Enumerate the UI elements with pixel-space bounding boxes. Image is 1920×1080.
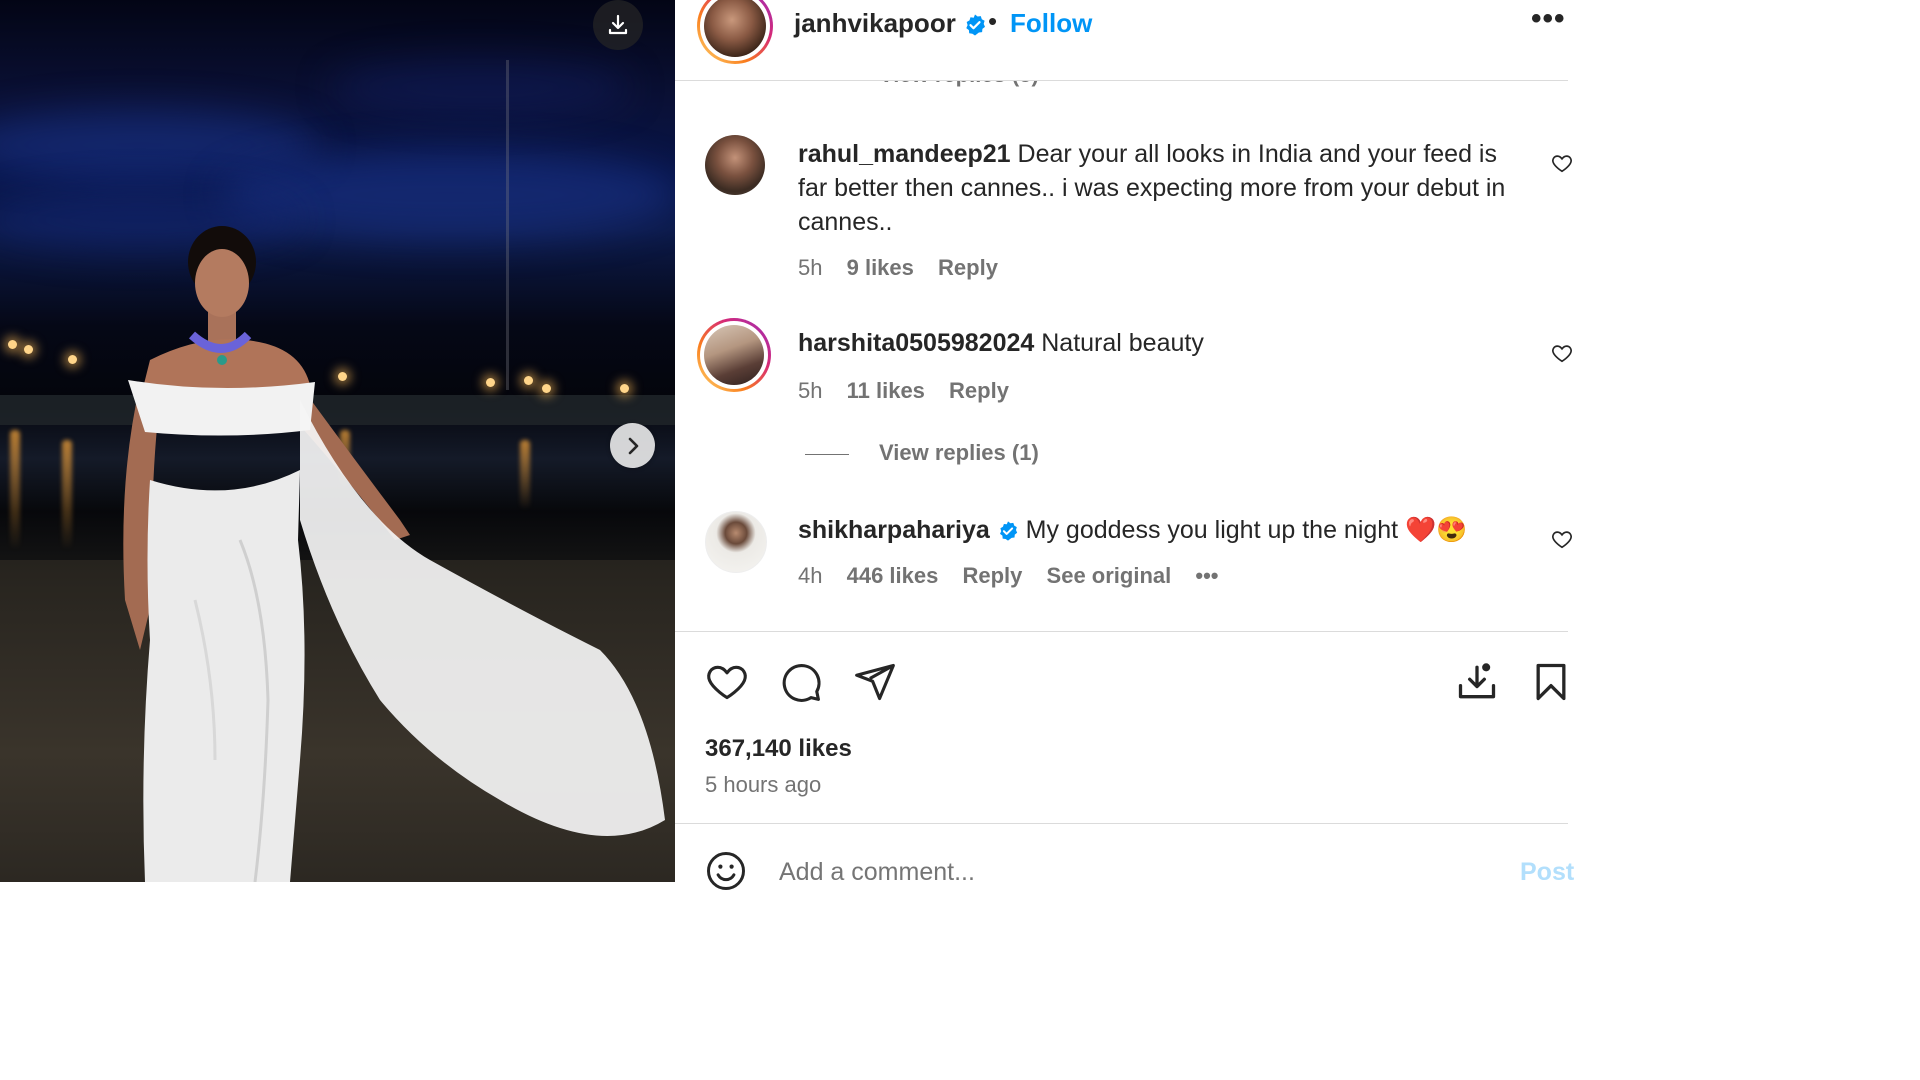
comment-username[interactable]: rahul_mandeep21 — [798, 140, 1011, 168]
comment-meta: 5h 9 likes Reply — [798, 255, 1016, 281]
comment-like-icon[interactable] — [1551, 342, 1573, 364]
comment-like-icon[interactable] — [1551, 528, 1573, 550]
download-icon — [608, 14, 628, 35]
comment-meta: 5h 11 likes Reply — [798, 378, 1027, 404]
smiley-icon[interactable] — [705, 850, 747, 892]
comment-emojis: ❤️😍 — [1405, 516, 1468, 544]
comment-text: harshita0505982024 Natural beauty — [798, 326, 1518, 360]
comment-time[interactable]: 5h — [798, 378, 822, 403]
comment-meta: 4h 446 likes Reply See original ••• — [798, 563, 1236, 589]
send-icon[interactable] — [853, 660, 897, 704]
avatar[interactable] — [705, 511, 767, 573]
comment-icon[interactable] — [779, 660, 823, 704]
reply-button[interactable]: Reply — [962, 563, 1022, 588]
comment-more-icon[interactable]: ••• — [1195, 563, 1218, 588]
see-original-button[interactable]: See original — [1047, 563, 1172, 588]
next-photo-button[interactable] — [610, 423, 655, 468]
comment-likes[interactable]: 11 likes — [847, 378, 925, 403]
chevron-right-icon — [628, 437, 638, 454]
post-timestamp[interactable]: 5 hours ago — [705, 772, 821, 798]
replies-divider — [805, 453, 849, 455]
avatar — [704, 325, 764, 385]
comment-body: Natural beauty — [1034, 329, 1204, 357]
add-comment-input[interactable] — [779, 858, 1459, 887]
download-button[interactable] — [593, 0, 643, 50]
view-replies-label: View replies (1) — [879, 440, 1039, 465]
verified-badge-icon — [999, 521, 1017, 542]
comment-body: My goddess you light up the night — [1018, 516, 1406, 544]
follow-button[interactable]: Follow — [1010, 8, 1092, 39]
comment-username[interactable]: shikharpahariya — [798, 516, 990, 544]
post-photo[interactable] — [0, 0, 675, 882]
story-ring[interactable] — [697, 0, 773, 64]
post-comment-button[interactable]: Post — [1520, 858, 1574, 887]
post-author[interactable]: janhvikapoor — [794, 8, 987, 39]
comment-text: shikharpahariya My goddess you light up … — [798, 513, 1518, 547]
more-options-icon[interactable]: ••• — [1531, 2, 1566, 36]
reply-button[interactable]: Reply — [938, 255, 998, 280]
separator-dot: • — [988, 6, 998, 36]
add-comment-bar: Post — [675, 823, 1574, 890]
story-ring[interactable] — [697, 318, 771, 392]
heart-icon[interactable] — [705, 660, 749, 704]
reply-button[interactable]: Reply — [949, 378, 1009, 403]
comment-likes[interactable]: 446 likes — [847, 563, 939, 588]
verified-badge-icon — [966, 14, 986, 36]
post-likes-count[interactable]: 367,140 likes — [705, 735, 852, 763]
comment-username[interactable]: harshita0505982024 — [798, 329, 1034, 357]
bookmark-icon[interactable] — [1529, 660, 1573, 704]
photo-subject — [123, 226, 665, 882]
comment-text: rahul_mandeep21 Dear your all looks in I… — [798, 137, 1518, 239]
avatar[interactable] — [705, 135, 765, 195]
post-side-panel: janhvikapoor • Follow ••• View replies (… — [675, 0, 1574, 890]
comment-likes[interactable]: 9 likes — [847, 255, 914, 280]
post-header: janhvikapoor • Follow ••• — [675, 0, 1568, 81]
save-to-download-icon[interactable] — [1455, 660, 1499, 704]
comment-time[interactable]: 4h — [798, 563, 822, 588]
comment-like-icon[interactable] — [1551, 152, 1573, 174]
post-author-username[interactable]: janhvikapoor — [794, 8, 956, 38]
comment-time[interactable]: 5h — [798, 255, 822, 280]
post-actions-bar — [675, 631, 1568, 732]
view-replies-link[interactable]: View replies (1) — [805, 440, 1039, 466]
